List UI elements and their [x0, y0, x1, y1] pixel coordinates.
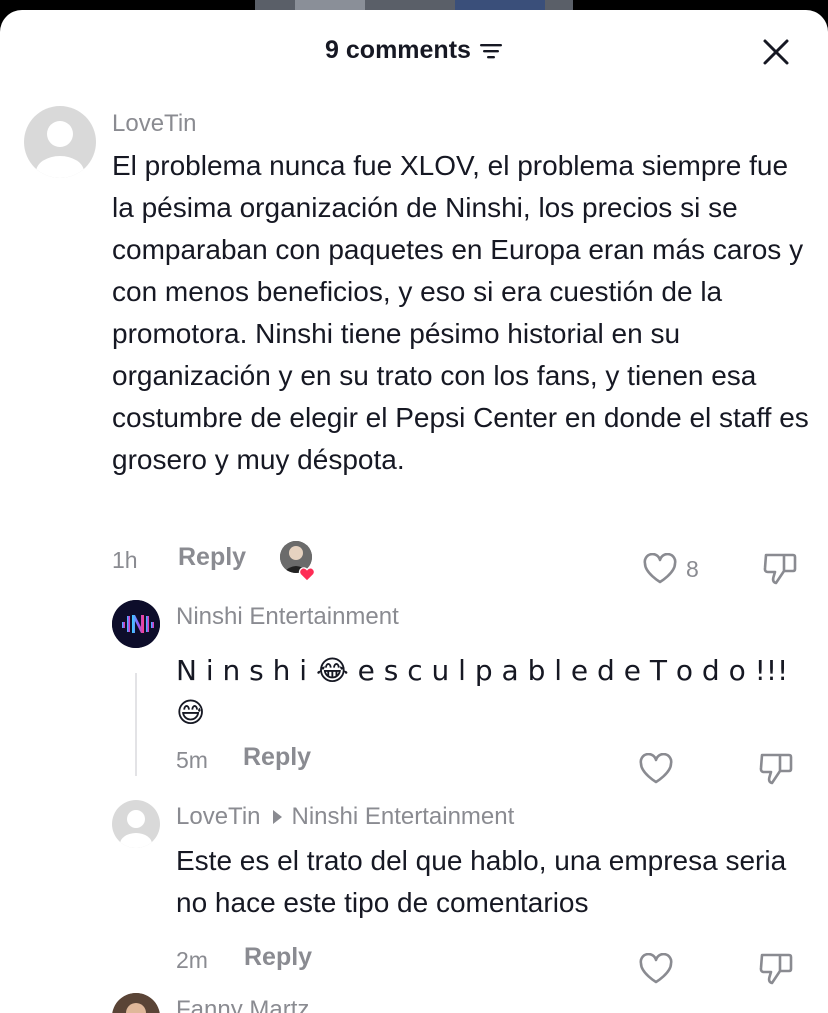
default-avatar-icon [36, 121, 84, 178]
ninshi-avatar[interactable] [112, 600, 160, 648]
reply-to-user[interactable]: Ninshi Entertainment [292, 803, 515, 830]
avatar[interactable] [112, 800, 160, 848]
reply-button[interactable]: Reply [244, 943, 312, 972]
avatar[interactable] [24, 106, 96, 178]
sort-filter-icon[interactable] [479, 41, 503, 61]
like-heart-icon[interactable] [642, 553, 678, 585]
reply-text: N i n s h i 😂 e s c u l p a b l e d e T … [176, 654, 789, 729]
close-icon[interactable] [762, 38, 790, 66]
reply-time: 5m [176, 747, 208, 773]
like-heart-icon[interactable] [638, 953, 674, 985]
reply-text: Este es el trato del que hablo, una empr… [176, 845, 787, 918]
reply-username[interactable]: Ninshi Entertainment [176, 603, 399, 631]
reply-time: 2m [176, 947, 208, 973]
dislike-icon[interactable] [758, 751, 794, 787]
comments-sheet: 9 comments LoveTin El problema nunca fue… [0, 10, 828, 1013]
creator-liked-heart-icon [298, 567, 316, 582]
reply-username: LoveTin Ninshi Entertainment [176, 803, 514, 831]
reply-author[interactable]: LoveTin [176, 803, 261, 830]
like-heart-icon[interactable] [638, 753, 674, 785]
like-count: 8 [686, 556, 699, 582]
avatar[interactable] [112, 993, 160, 1013]
reply-button[interactable]: Reply [243, 743, 311, 772]
comment-count-wrap: 9 comments [0, 36, 828, 65]
comment-text: El problema nunca fue XLOV, el problema … [112, 150, 809, 475]
reply-button[interactable]: Reply [178, 543, 246, 572]
user-photo-icon [112, 993, 160, 1013]
reply-to-arrow-icon [272, 809, 282, 824]
ninshi-logo-icon [112, 600, 160, 648]
comment-count: 9 comments [325, 36, 471, 64]
dislike-icon[interactable] [762, 551, 798, 587]
comment-time: 1h [112, 547, 138, 573]
default-avatar-icon [120, 810, 152, 848]
dislike-icon[interactable] [758, 951, 794, 987]
comment-username[interactable]: LoveTin [112, 110, 197, 138]
comments-header: 9 comments [0, 10, 828, 90]
thread-line [135, 673, 137, 776]
comment-username[interactable]: Fanny Martz [176, 996, 309, 1013]
